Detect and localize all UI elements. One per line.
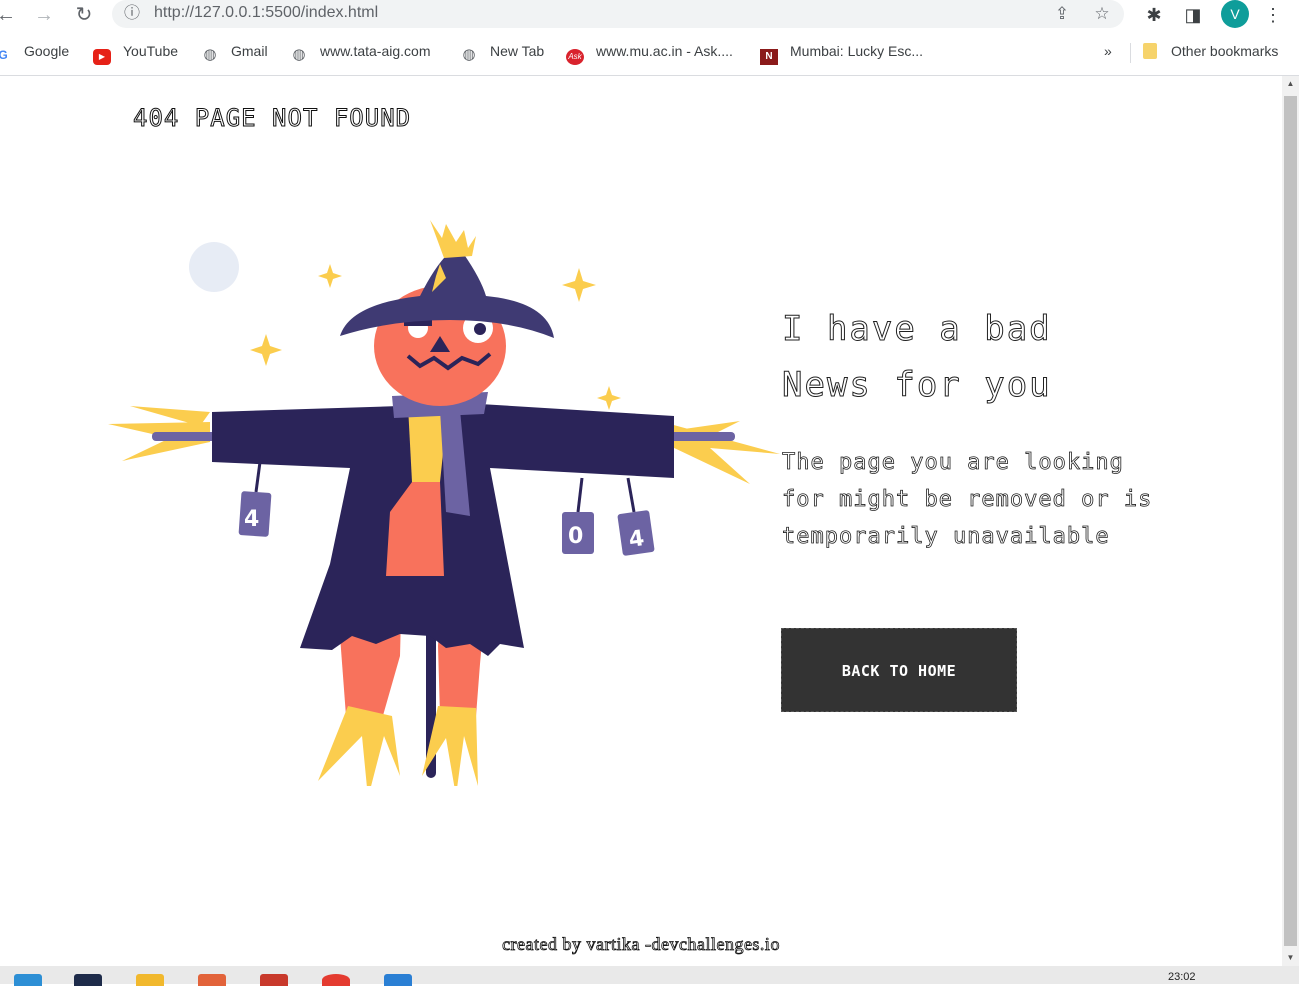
back-arrow-icon[interactable]: ← [0,3,18,27]
app2-task-icon[interactable] [260,974,288,986]
taskbar-clock: 23:02 [1168,971,1196,983]
browser-toolbar: ← → ↻ ⓘ http://127.0.0.1:5500/index.html… [0,0,1299,32]
bookmark-new-tab[interactable]: ◍ New Tab [460,43,544,63]
ask-icon: Ask [566,49,584,65]
scroll-up-icon[interactable]: ▲ [1282,76,1299,92]
page-content: 404 PAGE NOT FOUND 4 0 4 I have a bad Ne… [0,76,1282,966]
bookmark-tata-aig[interactable]: ◍ www.tata-aig.com [290,43,430,63]
bookmark-mumbai-news[interactable]: N Mumbai: Lucky Esc... [760,43,923,65]
star-icon[interactable]: ☆ [1092,4,1112,24]
moon-shape [189,242,239,292]
can-label-1: 4 [244,507,259,532]
chrome-task-icon[interactable] [322,974,350,986]
side-panel-icon[interactable]: ◨ [1181,3,1205,27]
bookmarks-overflow[interactable]: » [1104,43,1112,63]
site-info-icon[interactable]: ⓘ [122,4,142,24]
scarecrow-illustration: 4 0 4 [108,220,780,786]
vscode-task-icon[interactable] [384,974,412,986]
avatar[interactable]: V [1221,0,1249,28]
scroll-thumb[interactable] [1284,96,1297,946]
back-to-home-button[interactable]: BACK TO HOME [781,628,1017,712]
scroll-down-icon[interactable]: ▼ [1282,950,1299,966]
folder-icon [1143,43,1157,59]
bookmark-youtube[interactable]: ▶ YouTube [93,43,178,65]
office-task-icon[interactable] [198,974,226,986]
page-title: 404 PAGE NOT FOUND [132,104,412,133]
bookmark-google[interactable]: G Google [0,43,69,63]
headline: I have a bad News for you [782,309,1052,406]
extensions-icon[interactable]: ✱ [1142,3,1166,27]
youtube-icon: ▶ [93,49,111,65]
url-text[interactable]: http://127.0.0.1:5500/index.html [154,4,378,22]
news-icon: N [760,49,778,65]
share-icon[interactable]: ⇪ [1052,4,1072,24]
bookmarks-bar: G Google ▶ YouTube ◍ Gmail ◍ www.tata-aig.co… [0,36,1299,68]
error-description: The page you are looking for might be re… [782,450,1153,550]
other-bookmarks[interactable]: Other bookmarks [1143,43,1278,63]
bookmark-gmail[interactable]: ◍ Gmail [201,43,267,63]
os-taskbar: 23:02 [0,966,1299,986]
globe-icon: ◍ [203,46,217,63]
bookmarks-divider [1130,43,1131,63]
forward-arrow-icon[interactable]: → [32,3,56,27]
app-task-icon[interactable] [74,974,102,986]
footer-credit: created by vartika -devchallenges.io [502,934,780,955]
can-label-2: 0 [568,524,583,549]
google-icon: G [0,48,8,62]
folder-task-icon[interactable] [136,974,164,986]
menu-dots-icon[interactable]: ⋮ [1261,3,1285,27]
bookmark-mu-ask[interactable]: Ask www.mu.ac.in - Ask.... [566,43,733,65]
globe-icon: ◍ [462,46,476,63]
address-bar[interactable]: ⓘ http://127.0.0.1:5500/index.html ⇪ ☆ [112,0,1124,28]
page-scrollbar[interactable]: ▲ ▼ [1282,76,1299,966]
browser-task-icon[interactable] [14,974,42,986]
globe-icon: ◍ [292,46,306,63]
reload-icon[interactable]: ↻ [72,3,96,27]
